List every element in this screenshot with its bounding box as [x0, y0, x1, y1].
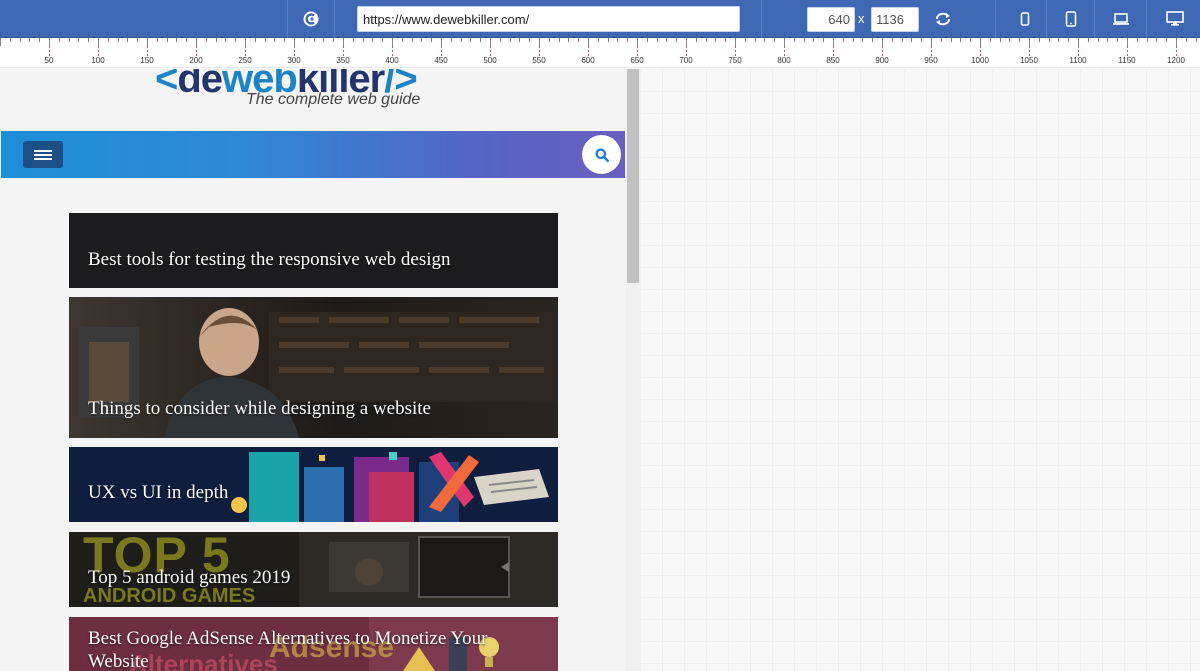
article-card[interactable]: Adsense Alternatives Best Google AdSense… — [69, 617, 558, 671]
ruler-label: 900 — [875, 56, 889, 65]
ruler-label: 500 — [483, 56, 497, 65]
viewport-width-input[interactable] — [807, 7, 855, 32]
article-title[interactable]: Best Google AdSense Alternatives to Mone… — [88, 627, 528, 671]
article-title[interactable]: Top 5 android games 2019 — [88, 566, 290, 589]
workspace-background — [640, 69, 1200, 671]
ruler-label: 1150 — [1118, 56, 1136, 65]
desktop-button[interactable] — [1150, 0, 1200, 38]
dimension-separator: x — [858, 11, 865, 26]
toolbar-divider — [1094, 0, 1095, 38]
pixel-ruler: 50 100 150 200 250 300 350 400 450 500 550 600 650 70… — [0, 38, 1200, 68]
article-title[interactable]: Things to consider while designing a web… — [88, 397, 431, 420]
ruler-label: 450 — [434, 56, 448, 65]
ruler-label: 700 — [679, 56, 693, 65]
article-card[interactable]: UX vs UI in depth — [69, 447, 558, 522]
ruler-label: 650 — [630, 56, 644, 65]
ruler-label: 850 — [826, 56, 840, 65]
article-card[interactable]: TOP 5 ANDROID GAMES Top 5 android games … — [69, 532, 558, 607]
ruler-label: 1200 — [1167, 56, 1185, 65]
small-phone-icon — [1020, 12, 1030, 26]
toolbar-divider — [1146, 0, 1147, 38]
ruler-label: 350 — [336, 56, 350, 65]
ruler-label: 250 — [238, 56, 252, 65]
ruler-label: 50 — [45, 56, 54, 65]
ruler-label: 800 — [777, 56, 791, 65]
device-viewport[interactable]: <dewebkiller/> The complete web guide Be… — [0, 69, 640, 671]
laptop-button[interactable] — [1098, 0, 1144, 38]
ruler-label: 600 — [581, 56, 595, 65]
phone-icon — [1065, 11, 1077, 27]
site-logo[interactable]: <dewebkiller/> The complete web guide — [155, 69, 475, 112]
logo-tagline: The complete web guide — [246, 91, 421, 108]
toolbar-divider — [761, 0, 762, 38]
ruler-label: 750 — [728, 56, 742, 65]
rotate-button[interactable] — [926, 0, 960, 38]
toolbar-divider — [995, 0, 996, 38]
article-title[interactable]: Best tools for testing the responsive we… — [88, 248, 451, 271]
search-icon — [595, 148, 609, 162]
scrollbar-thumb[interactable] — [627, 69, 639, 283]
ruler-label: 550 — [532, 56, 546, 65]
ruler-label: 200 — [189, 56, 203, 65]
toolbar-divider — [334, 0, 335, 38]
ruler-label: 100 — [91, 56, 105, 65]
ruler-scale: 50 100 150 200 250 300 350 400 450 500 550 600 650 70… — [0, 38, 1197, 65]
top-toolbar: x — [0, 0, 1200, 38]
article-title[interactable]: UX vs UI in depth — [88, 481, 228, 504]
ruler-label: 950 — [924, 56, 938, 65]
ruler-label: 300 — [287, 56, 301, 65]
hamburger-menu-button[interactable] — [23, 141, 63, 168]
rotate-icon — [936, 12, 950, 26]
phone-button[interactable] — [1051, 0, 1091, 38]
ruler-label: 1100 — [1069, 56, 1087, 65]
laptop-icon — [1113, 13, 1129, 25]
small-phone-button[interactable] — [1007, 0, 1043, 38]
ruler-label: 400 — [385, 56, 399, 65]
hamburger-menu-icon — [34, 149, 52, 160]
toolbar-divider — [1046, 0, 1047, 38]
ruler-label: 1000 — [971, 56, 989, 65]
ruler-label: 1050 — [1020, 56, 1038, 65]
viewport-height-input[interactable] — [871, 7, 919, 32]
app-logo-button[interactable] — [288, 0, 334, 38]
search-button[interactable] — [582, 135, 621, 174]
site-navbar — [1, 131, 625, 178]
desktop-icon — [1166, 11, 1184, 26]
article-card[interactable]: Things to consider while designing a web… — [69, 297, 558, 438]
article-card[interactable]: Best tools for testing the responsive we… — [69, 213, 558, 288]
url-input[interactable] — [357, 6, 740, 32]
ruler-label: 150 — [140, 56, 154, 65]
app-logo-icon — [303, 11, 319, 27]
